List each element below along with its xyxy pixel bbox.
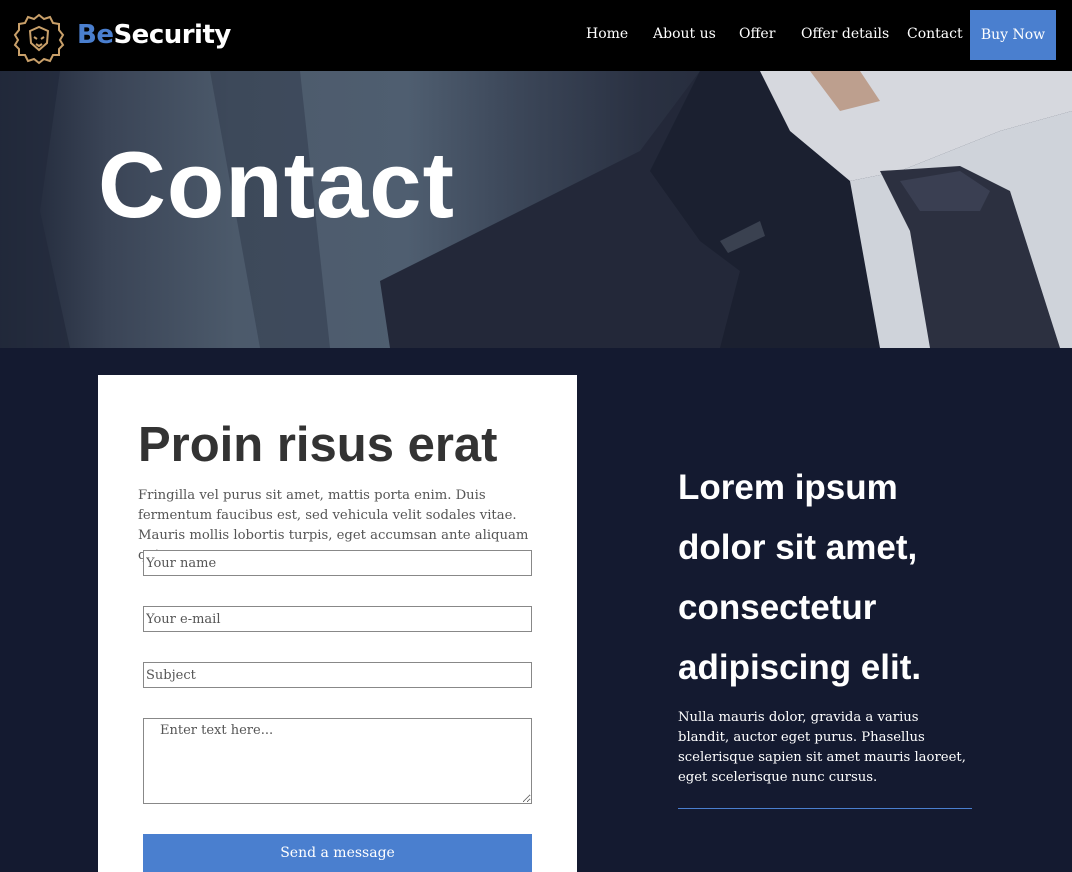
nav-about-us[interactable]: About us <box>653 26 716 42</box>
nav-offer-details[interactable]: Offer details <box>801 26 889 42</box>
brand-name[interactable]: BeSecurity <box>77 20 231 50</box>
aside-heading: Lorem ipsum dolor sit amet, consectetur … <box>678 468 922 687</box>
aside-divider <box>678 808 972 809</box>
contact-form-card: Proin risus erat Fringilla vel purus sit… <box>98 375 577 872</box>
aside-text: Nulla mauris dolor, gravida a varius bla… <box>678 710 966 785</box>
nav-offer[interactable]: Offer <box>739 26 775 42</box>
name-field[interactable] <box>143 550 532 576</box>
brand-name-part2: Security <box>113 20 231 50</box>
email-field[interactable] <box>143 606 532 632</box>
brand-name-part1: Be <box>77 20 114 50</box>
lion-head-icon[interactable] <box>13 13 65 65</box>
page-title: Contact <box>98 132 455 237</box>
form-heading: Proin risus erat <box>138 418 498 472</box>
nav-contact[interactable]: Contact <box>907 26 963 42</box>
top-navbar: BeSecurity Home About us Offer Offer det… <box>0 0 1072 71</box>
subject-field[interactable] <box>143 662 532 688</box>
message-field[interactable] <box>143 718 532 804</box>
send-message-button[interactable]: Send a message <box>143 834 532 872</box>
nav-home[interactable]: Home <box>586 26 628 42</box>
buy-now-button[interactable]: Buy Now <box>970 10 1056 60</box>
hero-banner: Contact <box>0 71 1072 348</box>
